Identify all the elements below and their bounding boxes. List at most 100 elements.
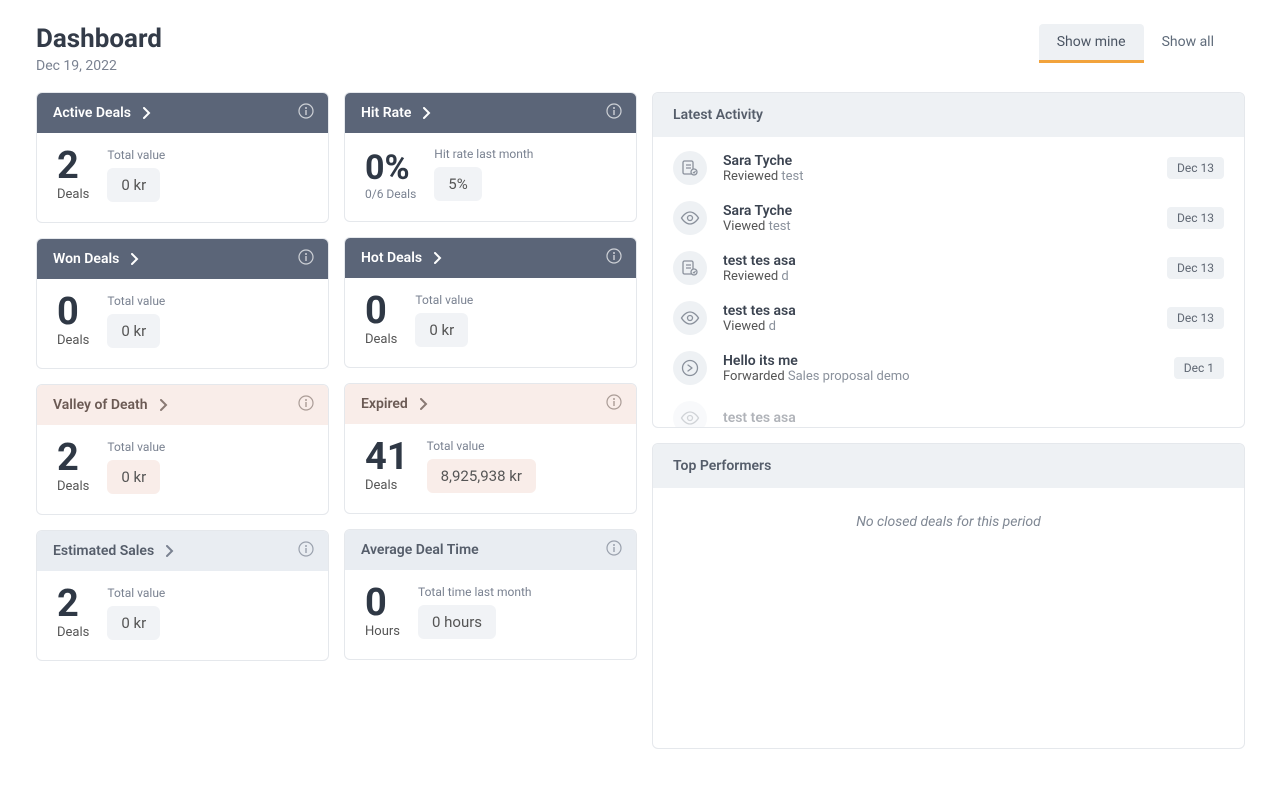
expired-sub-label: Total value <box>427 439 485 453</box>
page-date: Dec 19, 2022 <box>36 58 162 74</box>
info-icon[interactable] <box>606 394 622 410</box>
card-title: Estimated Sales <box>53 543 154 559</box>
active-count-label: Deals <box>57 187 89 202</box>
activity-item[interactable]: test tes asaReviewed d Dec 13 <box>653 243 1244 293</box>
hitrate-value: 5% <box>434 167 481 201</box>
activity-name: test tes asa <box>723 253 1151 269</box>
activity-name: test tes asa <box>723 410 1224 426</box>
page-title: Dashboard <box>36 24 162 54</box>
avgtime-value: 0 hours <box>418 605 496 639</box>
estimated-sub-label: Total value <box>107 586 165 600</box>
card-estimated-sales[interactable]: Estimated Sales 2 Deals Total value 0 kr <box>36 530 329 661</box>
activity-date: Dec 13 <box>1167 307 1224 329</box>
card-won-deals[interactable]: Won Deals 0 Deals Total value 0 kr <box>36 238 329 369</box>
activity-date: Dec 13 <box>1167 157 1224 179</box>
card-title: Hit Rate <box>361 105 411 121</box>
expired-count: 41 <box>365 438 409 476</box>
view-icon <box>673 301 707 335</box>
chevron-right-icon <box>166 545 174 557</box>
card-hot-deals[interactable]: Hot Deals 0 Deals Total value 0 kr <box>344 237 637 368</box>
activity-item[interactable]: Sara TycheReviewed test Dec 13 <box>653 143 1244 193</box>
info-icon[interactable] <box>606 103 622 119</box>
won-count-label: Deals <box>57 333 89 348</box>
info-icon[interactable] <box>298 541 314 557</box>
latest-activity-title: Latest Activity <box>653 93 1244 137</box>
avgtime-count-label: Hours <box>365 624 400 639</box>
card-active-deals[interactable]: Active Deals 2 Deals Total value 0 kr <box>36 92 329 223</box>
card-expired[interactable]: Expired 41 Deals Total value 8,925,938 k… <box>344 383 637 514</box>
estimated-count: 2 <box>57 585 79 623</box>
chevron-right-icon <box>160 399 168 411</box>
forward-icon <box>673 351 707 385</box>
activity-name: Sara Tyche <box>723 153 1151 169</box>
panel-latest-activity: Latest Activity Sara TycheReviewed testD… <box>652 92 1245 428</box>
activity-action: Viewed d <box>723 319 1151 334</box>
top-performers-title: Top Performers <box>653 444 1244 488</box>
expired-value: 8,925,938 kr <box>427 459 536 493</box>
won-sub-label: Total value <box>107 294 165 308</box>
activity-date: Dec 13 <box>1167 257 1224 279</box>
card-title: Active Deals <box>53 105 131 121</box>
hot-count-label: Deals <box>365 332 397 347</box>
hot-value: 0 kr <box>415 313 468 347</box>
tab-show-mine[interactable]: Show mine <box>1039 24 1144 63</box>
activity-item[interactable]: test tes asaViewed d Dec 13 <box>653 293 1244 343</box>
won-value: 0 kr <box>107 314 160 348</box>
activity-name: test tes asa <box>723 303 1151 319</box>
info-icon[interactable] <box>298 395 314 411</box>
card-average-deal-time: Average Deal Time 0 Hours Total time las… <box>344 529 637 660</box>
valley-count-label: Deals <box>57 479 89 494</box>
activity-action: Viewed test <box>723 219 1151 234</box>
avgtime-count: 0 <box>365 584 387 622</box>
estimated-count-label: Deals <box>57 625 89 640</box>
activity-item[interactable]: Sara TycheViewed test Dec 13 <box>653 193 1244 243</box>
activity-item[interactable]: Hello its meForwarded Sales proposal dem… <box>653 343 1244 393</box>
info-icon[interactable] <box>298 103 314 119</box>
review-icon <box>673 251 707 285</box>
card-valley-of-death[interactable]: Valley of Death 2 Deals Total value 0 kr <box>36 384 329 515</box>
view-icon <box>673 401 707 427</box>
avgtime-sub-label: Total time last month <box>418 585 532 599</box>
card-title: Expired <box>361 396 408 412</box>
chevron-right-icon <box>131 253 139 265</box>
card-title: Hot Deals <box>361 250 422 266</box>
chevron-right-icon <box>143 107 151 119</box>
activity-name: Hello its me <box>723 353 1158 369</box>
active-sub-label: Total value <box>107 148 165 162</box>
view-icon <box>673 201 707 235</box>
info-icon[interactable] <box>606 248 622 264</box>
tab-show-all[interactable]: Show all <box>1144 24 1232 63</box>
info-icon[interactable] <box>606 540 622 556</box>
chevron-right-icon <box>423 107 431 119</box>
card-title: Won Deals <box>53 251 119 267</box>
estimated-value: 0 kr <box>107 606 160 640</box>
activity-date: Dec 1 <box>1174 357 1224 379</box>
expired-count-label: Deals <box>365 478 397 493</box>
panel-top-performers: Top Performers No closed deals for this … <box>652 443 1245 749</box>
activity-name: Sara Tyche <box>723 203 1151 219</box>
activity-action: Forwarded Sales proposal demo <box>723 369 1158 384</box>
activity-list[interactable]: Sara TycheReviewed testDec 13Sara TycheV… <box>653 137 1244 427</box>
hitrate-sub-label: Hit rate last month <box>434 147 533 161</box>
active-count: 2 <box>57 147 79 185</box>
top-performers-empty: No closed deals for this period <box>653 488 1244 748</box>
active-value: 0 kr <box>107 168 160 202</box>
review-icon <box>673 151 707 185</box>
won-count: 0 <box>57 293 79 331</box>
card-hit-rate[interactable]: Hit Rate 0% 0/6 Deals Hit rate last mont… <box>344 92 637 222</box>
valley-value: 0 kr <box>107 460 160 494</box>
activity-date: Dec 13 <box>1167 207 1224 229</box>
chevron-right-icon <box>420 398 428 410</box>
activity-action: Reviewed test <box>723 169 1151 184</box>
chevron-right-icon <box>434 252 442 264</box>
hitrate-pct: 0% <box>365 151 410 185</box>
view-tabs: Show mine Show all <box>1039 24 1232 63</box>
valley-sub-label: Total value <box>107 440 165 454</box>
hot-count: 0 <box>365 292 387 330</box>
card-title: Average Deal Time <box>361 542 479 558</box>
activity-action: Reviewed d <box>723 269 1151 284</box>
hitrate-sub: 0/6 Deals <box>365 187 416 201</box>
activity-item[interactable]: test tes asa <box>653 393 1244 427</box>
info-icon[interactable] <box>298 249 314 265</box>
hot-sub-label: Total value <box>415 293 473 307</box>
